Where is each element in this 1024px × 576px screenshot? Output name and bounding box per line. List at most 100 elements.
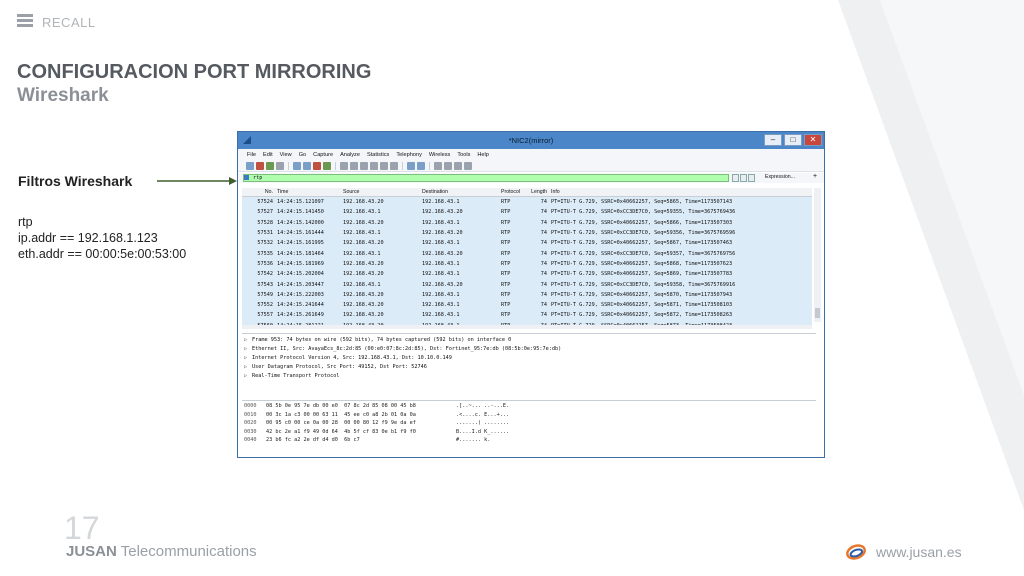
go-forward-icon[interactable] bbox=[360, 161, 368, 170]
packet-list-scrollbar[interactable] bbox=[814, 188, 821, 322]
stop-capture-icon[interactable] bbox=[256, 161, 264, 170]
colorize-icon[interactable] bbox=[417, 161, 425, 170]
go-to-packet-icon[interactable] bbox=[370, 161, 378, 170]
packet-list-horizontal-scrollbar[interactable] bbox=[242, 325, 812, 329]
autoscroll-icon[interactable] bbox=[407, 161, 415, 170]
menu-help[interactable]: Help bbox=[477, 152, 489, 158]
table-row[interactable]: 57552 14:24:15.241644 192.168.43.20 192.168… bbox=[242, 299, 812, 311]
apply-filter-icon[interactable] bbox=[740, 174, 747, 182]
menu-tools[interactable]: Tools bbox=[457, 152, 470, 158]
cell-destination: 192.168.43.1 bbox=[422, 199, 460, 206]
column-header-no[interactable]: No. bbox=[242, 189, 275, 195]
detail-row[interactable]: ▷ Internet Protocol Version 4, Src: 192.1… bbox=[242, 353, 816, 362]
filter-history-icon[interactable] bbox=[748, 174, 755, 182]
hex-row[interactable]: 0040 23 b6 fc a2 2e df d4 d0 6b c7 #......… bbox=[242, 436, 816, 445]
hex-offset: 0000 bbox=[244, 403, 257, 410]
hex-row[interactable]: 0030 42 bc 2e a1 f9 49 0d 64 4b 5f cf 83 … bbox=[242, 428, 816, 437]
window-title: *NIC2(mirror) bbox=[508, 136, 554, 145]
column-header-length[interactable]: Length bbox=[529, 189, 549, 195]
table-row[interactable]: 57557 14:24:15.261649 192.168.43.20 192.168… bbox=[242, 310, 812, 321]
detail-row[interactable]: ▷ Real-Time Transport Protocol bbox=[242, 371, 816, 380]
expression-button[interactable]: Expression... bbox=[765, 174, 795, 180]
table-row[interactable]: 57527 14:24:15.141450 192.168.43.1 192.168.… bbox=[242, 207, 812, 218]
footer-company-bold: JUSAN bbox=[66, 543, 117, 560]
expand-arrow-icon[interactable]: ▷ bbox=[244, 346, 252, 352]
detail-row[interactable]: ▷ Frame 953: 74 bytes on wire (592 bits),… bbox=[242, 335, 816, 344]
close-file-icon[interactable] bbox=[313, 161, 321, 170]
menu-wireless[interactable]: Wireless bbox=[429, 152, 450, 158]
minimize-button[interactable]: – bbox=[764, 134, 782, 146]
table-row[interactable]: 57524 14:24:15.121097 192.168.43.20 192.168… bbox=[242, 197, 812, 208]
menu-analyze[interactable]: Analyze bbox=[340, 152, 360, 158]
table-row[interactable]: 57531 14:24:15.161444 192.168.43.1 192.168.… bbox=[242, 227, 812, 239]
table-row[interactable]: 57528 14:24:15.142000 192.168.43.20 192.168… bbox=[242, 217, 812, 228]
column-header-destination[interactable]: Destination bbox=[420, 189, 499, 195]
detail-row-text: Ethernet II, Src: AvayaEcs_8c:2d:85 (00:… bbox=[252, 345, 562, 352]
table-row[interactable]: 57532 14:24:15.161995 192.168.43.20 192.168… bbox=[242, 238, 812, 249]
go-back-icon[interactable] bbox=[350, 161, 358, 170]
hex-bytes: 23 b6 fc a2 2e df d4 d0 6b c7 bbox=[266, 437, 360, 444]
find-packet-icon[interactable] bbox=[340, 161, 348, 170]
hex-row[interactable]: 0010 00 3c 1a c3 00 00 63 11 45 ee c0 a8 … bbox=[242, 411, 816, 420]
detail-row[interactable]: ▷ User Datagram Protocol, Src Port: 49152… bbox=[242, 362, 816, 371]
expand-arrow-icon[interactable]: ▷ bbox=[244, 355, 252, 361]
zoom-reset-icon[interactable] bbox=[454, 161, 462, 170]
menu-view[interactable]: View bbox=[280, 152, 292, 158]
hex-ascii: .......( ........ bbox=[456, 420, 510, 427]
cell-length: 74 bbox=[540, 199, 547, 206]
toolbar-divider bbox=[402, 161, 403, 170]
footer-url[interactable]: www.jusan.es bbox=[876, 544, 962, 560]
bookmark-icon[interactable] bbox=[244, 175, 249, 180]
cell-no: 57524 bbox=[257, 199, 273, 206]
cell-info: PT=ITU-T G.729, SSRC=0x40662257, Seq=586… bbox=[551, 199, 733, 206]
table-row[interactable]: 57535 14:24:15.181464 192.168.43.1 192.168.… bbox=[242, 248, 812, 259]
column-header-info[interactable]: Info bbox=[549, 189, 812, 195]
cell-source: 192.168.43.20 bbox=[343, 219, 384, 226]
cell-source: 192.168.43.20 bbox=[343, 312, 384, 319]
expand-arrow-icon[interactable]: ▷ bbox=[244, 337, 252, 343]
first-packet-icon[interactable] bbox=[380, 161, 388, 170]
reload-icon[interactable] bbox=[323, 161, 331, 170]
maximize-button[interactable]: □ bbox=[784, 134, 802, 146]
window-titlebar[interactable]: *NIC2(mirror) – □ ✕ bbox=[238, 132, 824, 149]
detail-row-text: Real-Time Transport Protocol bbox=[252, 372, 340, 379]
table-row[interactable]: 57542 14:24:15.202004 192.168.43.20 192.168… bbox=[242, 269, 812, 280]
scrollbar-thumb[interactable] bbox=[815, 308, 820, 318]
clear-filter-icon[interactable] bbox=[732, 174, 739, 182]
menu-edit[interactable]: Edit bbox=[263, 152, 273, 158]
menu-telephony[interactable]: Telephony bbox=[396, 152, 422, 158]
menu-file[interactable]: File bbox=[247, 152, 256, 158]
filter-example: rtp bbox=[18, 215, 33, 229]
hex-row[interactable]: 0020 00 95 c0 00 ce 0a 00 28 00 00 80 12 … bbox=[242, 419, 816, 428]
resize-columns-icon[interactable] bbox=[464, 161, 472, 170]
column-header-protocol[interactable]: Protocol bbox=[499, 189, 529, 195]
menu-icon[interactable] bbox=[17, 14, 33, 27]
add-filter-button[interactable]: + bbox=[813, 173, 817, 180]
open-file-icon[interactable] bbox=[293, 161, 301, 170]
menu-statistics[interactable]: Statistics bbox=[367, 152, 389, 158]
column-header-time[interactable]: Time bbox=[275, 189, 341, 195]
zoom-out-icon[interactable] bbox=[444, 161, 452, 170]
hex-bytes: 00 3c 1a c3 00 00 63 11 45 ee c0 a8 2b 0… bbox=[266, 411, 416, 418]
table-row[interactable]: 57549 14:24:15.222003 192.168.43.20 192.168… bbox=[242, 289, 812, 300]
cell-info: PT=ITU-T G.729, SSRC=0x40662257, Seq=587… bbox=[551, 312, 733, 319]
table-row[interactable]: 57543 14:24:15.203447 192.168.43.1 192.168.… bbox=[242, 279, 812, 290]
menu-capture[interactable]: Capture bbox=[313, 152, 333, 158]
table-row[interactable]: 57536 14:24:15.181969 192.168.43.20 192.168… bbox=[242, 258, 812, 270]
hex-row[interactable]: 0000 08 5b 0e 95 7e db 00 e0 07 8c 2d 85 … bbox=[242, 402, 816, 411]
close-button[interactable]: ✕ bbox=[804, 134, 822, 146]
menu-go[interactable]: Go bbox=[299, 152, 306, 158]
toolbar-divider bbox=[335, 161, 336, 170]
last-packet-icon[interactable] bbox=[390, 161, 398, 170]
save-file-icon[interactable] bbox=[303, 161, 311, 170]
column-header-source[interactable]: Source bbox=[341, 189, 420, 195]
restart-capture-icon[interactable] bbox=[266, 161, 274, 170]
detail-row[interactable]: ▷ Ethernet II, Src: AvayaEcs_8c:2d:85 (00… bbox=[242, 344, 816, 353]
cell-source: 192.168.43.1 bbox=[343, 250, 381, 257]
display-filter-input[interactable]: rtp bbox=[243, 174, 729, 182]
capture-options-icon[interactable] bbox=[276, 161, 284, 170]
expand-arrow-icon[interactable]: ▷ bbox=[244, 364, 252, 370]
expand-arrow-icon[interactable]: ▷ bbox=[244, 373, 252, 379]
zoom-in-icon[interactable] bbox=[434, 161, 442, 170]
shark-fin-start-icon[interactable] bbox=[246, 161, 254, 170]
